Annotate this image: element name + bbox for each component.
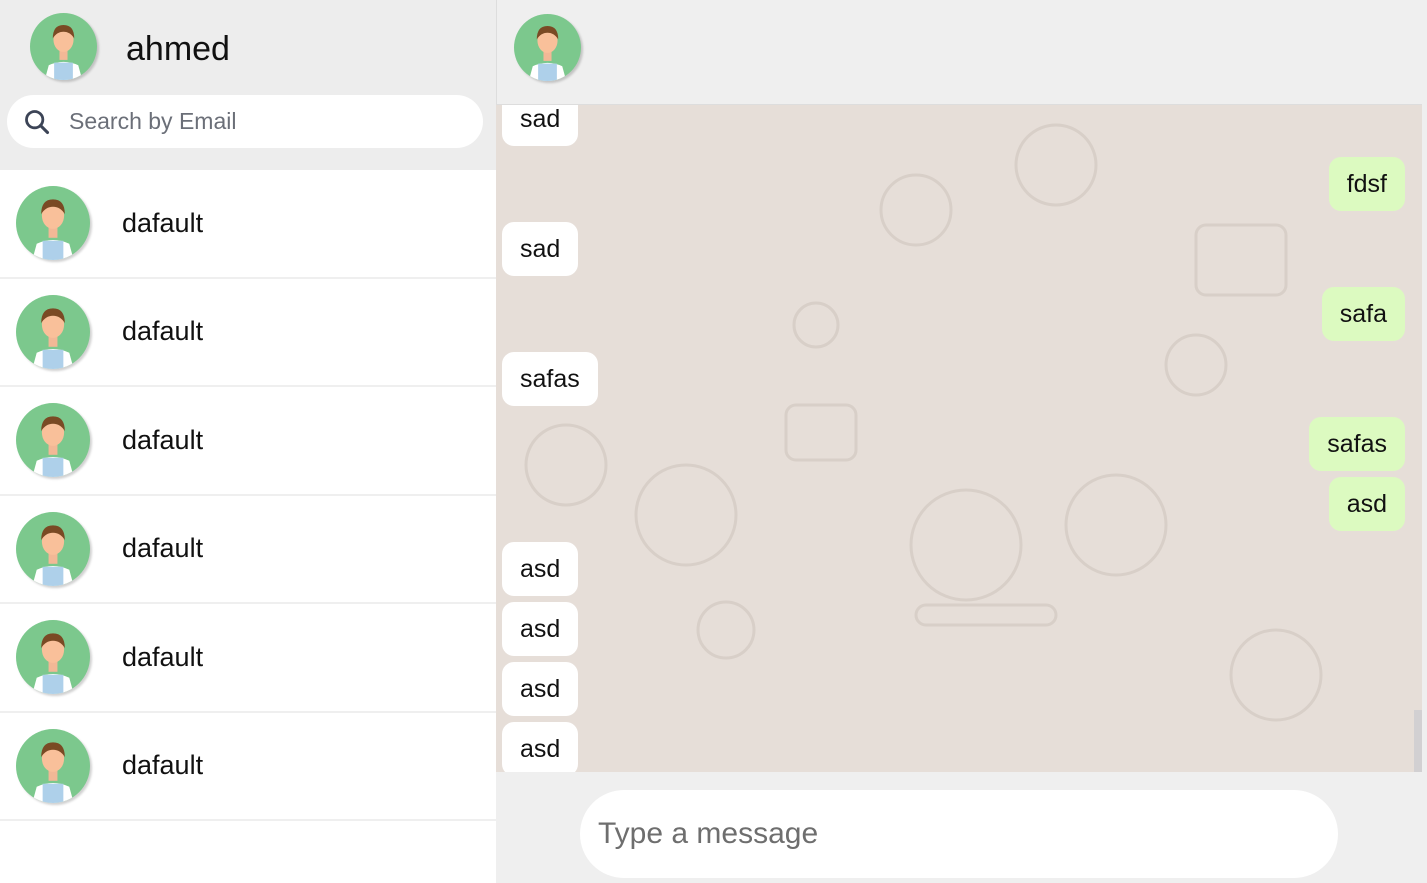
message-bubble: sad — [502, 222, 579, 276]
contact-item[interactable]: dafault — [0, 387, 496, 496]
contact-avatar-icon — [16, 620, 90, 695]
incoming-message: asd — [502, 722, 1405, 772]
contact-name: dafault — [122, 750, 204, 781]
contact-item[interactable]: dafault — [0, 713, 496, 821]
message-bubble: sad — [502, 105, 579, 146]
search-icon — [25, 109, 50, 134]
user-name: ahmed — [126, 30, 230, 68]
message-bubble: fdsf — [1328, 157, 1405, 211]
message-bubble: safas — [502, 352, 598, 406]
sidebar: ahmed dafaultdafaultdafaultdafaultdafaul… — [0, 0, 496, 883]
contact-name: dafault — [122, 641, 204, 672]
contact-avatar-icon — [16, 294, 90, 369]
search-box — [7, 95, 483, 148]
chat-header — [496, 0, 1422, 105]
contact-avatar-icon[interactable] — [514, 14, 581, 81]
incoming-message: asd — [502, 662, 1405, 716]
contact-item[interactable]: dafault — [0, 279, 496, 387]
contact-name: dafault — [122, 424, 204, 455]
message-bubble: asd — [502, 722, 579, 772]
incoming-message: asd — [502, 542, 1405, 596]
contact-avatar-icon — [16, 511, 90, 586]
contact-avatar-icon — [16, 403, 90, 478]
contact-avatar-icon — [16, 728, 90, 803]
message-list: sad fdsf sad safa safas safas asd asd asd asd asd — [496, 105, 1422, 772]
chat-scrollbar[interactable] — [1414, 710, 1422, 772]
sidebar-header: ahmed — [0, 0, 496, 170]
contact-name: dafault — [122, 316, 204, 347]
contact-name: dafault — [122, 533, 204, 564]
contact-item[interactable]: dafault — [0, 170, 496, 279]
incoming-message: safas — [502, 352, 1405, 406]
contact-name: dafault — [122, 207, 204, 238]
incoming-message: sad — [502, 222, 1405, 276]
message-bubble: asd — [502, 602, 579, 656]
message-area: sad fdsf sad safa safas safas asd asd asd asd asd — [496, 105, 1422, 772]
contact-item[interactable]: dafault — [0, 496, 496, 604]
contact-item[interactable]: dafault — [0, 604, 496, 713]
outgoing-message: safa — [502, 287, 1405, 341]
chat-panel: sad fdsf sad safa safas safas asd asd asd asd asd — [496, 0, 1427, 883]
contact-avatar-icon — [16, 186, 90, 261]
message-bubble: safa — [1321, 287, 1405, 341]
outgoing-message: safas — [502, 417, 1405, 471]
composer — [496, 772, 1422, 883]
incoming-message: sad — [502, 105, 1405, 146]
contact-list: dafault dafault dafault dafault dafault dafau… — [0, 170, 496, 821]
outgoing-message: asd — [502, 477, 1405, 531]
message-bubble: asd — [502, 662, 579, 716]
incoming-message: asd — [502, 602, 1405, 656]
message-bubble: asd — [502, 542, 579, 596]
message-input[interactable] — [580, 790, 1338, 878]
user-avatar-icon[interactable] — [30, 13, 97, 80]
message-bubble: safas — [1309, 417, 1405, 471]
search-input[interactable] — [69, 108, 449, 135]
outgoing-message: fdsf — [502, 157, 1405, 211]
message-bubble: asd — [1328, 477, 1405, 531]
